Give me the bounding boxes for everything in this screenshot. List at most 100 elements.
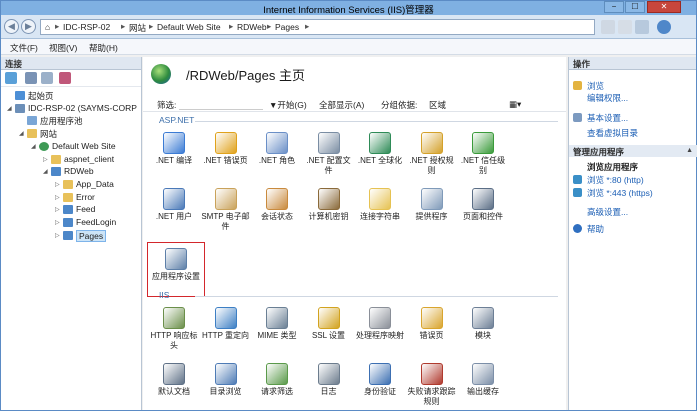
feature-modules[interactable]: 模块	[458, 305, 508, 359]
app-icon	[63, 230, 73, 240]
close-button[interactable]: ✕	[647, 1, 681, 13]
connections-icon[interactable]	[59, 72, 71, 84]
feature-providers[interactable]: 提供程序	[407, 186, 457, 240]
breadcrumb-item[interactable]: RDWeb	[237, 22, 267, 32]
feature-directory-browsing[interactable]: 目录浏览	[201, 361, 251, 410]
feature-net-authorization[interactable]: .NET 授权规则	[407, 130, 457, 184]
feature-net-trust[interactable]: .NET 信任级别	[458, 130, 508, 184]
net-profile-icon	[317, 132, 340, 154]
back-icon[interactable]: ◀	[4, 19, 19, 34]
expanded-icon[interactable]: ◢	[7, 105, 12, 112]
ssl-icon	[317, 307, 340, 329]
section-divider	[195, 121, 558, 122]
feature-ssl[interactable]: SSL 设置	[304, 305, 354, 359]
up-icon[interactable]	[41, 72, 53, 84]
tree-item-label: 网站	[40, 129, 58, 140]
feature-net-users[interactable]: .NET 用户	[149, 186, 199, 240]
feature-net-profile[interactable]: .NET 配置文件	[304, 130, 354, 184]
feature-net-globalization[interactable]: .NET 全球化	[355, 130, 405, 184]
connect-icon[interactable]	[5, 72, 17, 84]
feature-smtp-email[interactable]: SMTP 电子邮件	[201, 186, 251, 240]
app-icon	[51, 167, 61, 177]
collapse-icon[interactable]: ▲	[686, 147, 693, 154]
breadcrumb-item[interactable]: 网站	[129, 22, 146, 34]
stop-icon[interactable]	[618, 20, 632, 34]
edit-permissions-link[interactable]: 编辑权限...	[587, 92, 628, 104]
default-document-icon	[163, 363, 185, 385]
browse-link[interactable]: 浏览	[587, 80, 604, 92]
feature-request-filtering[interactable]: 请求筛选	[252, 361, 302, 410]
maximize-button[interactable]: ☐	[625, 1, 645, 13]
feature-connection-strings[interactable]: 连接字符串	[355, 186, 405, 240]
collapsed-icon[interactable]: ▷	[55, 206, 60, 213]
feature-view: /RDWeb/Pages 主页 筛选: ▼开始(G) 全部显示(A) 分组依据:…	[143, 57, 566, 410]
breadcrumb-item[interactable]: Pages	[275, 22, 299, 32]
breadcrumb-item[interactable]: Default Web Site	[157, 22, 221, 32]
view-mode-icon[interactable]: ▦▾	[509, 99, 521, 110]
section-header[interactable]: IIS	[143, 290, 566, 302]
feature-handler-mappings[interactable]: 处理程序映射	[355, 305, 405, 359]
save-icon[interactable]	[25, 72, 37, 84]
feature-pages-controls[interactable]: 页面和控件	[458, 186, 508, 240]
feature-net-roles[interactable]: .NET 角色	[252, 130, 302, 184]
feature-label: .NET 用户	[155, 212, 193, 221]
filter-input[interactable]	[179, 98, 263, 110]
tree-item-label: Default Web Site	[52, 140, 116, 151]
breadcrumb-item[interactable]: IDC-RSP-02	[63, 22, 110, 32]
feature-logging[interactable]: 日志	[304, 361, 354, 410]
feature-label: 页面和控件	[463, 212, 503, 221]
feature-mime-types[interactable]: MIME 类型	[252, 305, 302, 359]
feature-output-caching[interactable]: 输出缓存	[458, 361, 508, 410]
menu-help[interactable]: 帮助(H)	[89, 42, 118, 54]
net-trust-icon	[472, 132, 494, 154]
feature-label: .NET 角色	[258, 156, 296, 165]
breadcrumb[interactable]: ⌂ ▸ IDC-RSP-02 ▸ 网站 ▸ Default Web Site ▸…	[40, 19, 595, 35]
feature-session-state[interactable]: 会话状态	[252, 186, 302, 240]
view-virtual-directories-link[interactable]: 查看虚拟目录	[587, 127, 638, 139]
feature-default-document[interactable]: 默认文档	[149, 361, 199, 410]
basic-settings-link[interactable]: 基本设置...	[587, 112, 628, 124]
globe-icon	[39, 141, 49, 151]
feature-net-error-page[interactable]: .NET 错误页	[201, 130, 251, 184]
group-by-select[interactable]: 区域	[429, 99, 446, 111]
collapsed-icon[interactable]: ▷	[55, 194, 60, 201]
feature-failed-request[interactable]: 失败请求跟踪规则	[407, 361, 457, 410]
collapsed-icon[interactable]: ▷	[55, 181, 60, 188]
advanced-settings-link[interactable]: 高级设置...	[587, 206, 628, 218]
feature-net-compile[interactable]: .NET 编译	[149, 130, 199, 184]
expanded-icon[interactable]: ◢	[43, 168, 48, 175]
show-all-button[interactable]: 全部显示(A)	[319, 99, 364, 111]
handler-mappings-icon	[369, 307, 391, 329]
forward-icon[interactable]: ▶	[21, 19, 36, 34]
section-header[interactable]: ASP.NET	[143, 115, 566, 127]
expanded-icon[interactable]: ◢	[31, 143, 36, 150]
directory-browsing-icon	[214, 363, 237, 385]
feature-label: 应用程序设置	[152, 272, 200, 281]
app-pool-icon	[27, 116, 37, 126]
address-bar: ◀ ▶ ⌂ ▸ IDC-RSP-02 ▸ 网站 ▸ Default Web Si…	[1, 15, 696, 39]
home-icon[interactable]	[635, 20, 649, 34]
feature-error-pages[interactable]: 错误页	[407, 305, 457, 359]
collapsed-icon[interactable]: ▷	[43, 156, 48, 163]
feature-label: 输出缓存	[467, 387, 499, 396]
collapsed-icon[interactable]: ▷	[55, 232, 60, 239]
feature-machine-key[interactable]: 计算机密钥	[304, 186, 354, 240]
feature-http-redirect[interactable]: HTTP 重定向	[201, 305, 251, 359]
feature-authentication[interactable]: 身份验证	[355, 361, 405, 410]
minimize-button[interactable]: −	[604, 1, 624, 13]
tree-item-label: 应用程序池	[40, 116, 83, 127]
menu-view[interactable]: 视图(V)	[49, 42, 77, 54]
feature-app-settings[interactable]: 应用程序设置	[147, 242, 205, 297]
browse-https-link[interactable]: 浏览 *:443 (https)	[587, 187, 653, 199]
browse-http-link[interactable]: 浏览 *:80 (http)	[587, 174, 644, 186]
refresh-icon[interactable]	[601, 20, 615, 34]
connections-header: 连接	[1, 57, 141, 70]
expanded-icon[interactable]: ◢	[19, 130, 24, 137]
net-users-icon	[163, 188, 185, 210]
start-button[interactable]: ▼开始(G)	[269, 99, 307, 111]
help-link[interactable]: 帮助	[587, 223, 604, 235]
menu-file[interactable]: 文件(F)	[10, 42, 38, 54]
help-icon[interactable]	[657, 20, 671, 34]
feature-http-headers[interactable]: HTTP 响应标头	[149, 305, 199, 359]
collapsed-icon[interactable]: ▷	[55, 219, 60, 226]
